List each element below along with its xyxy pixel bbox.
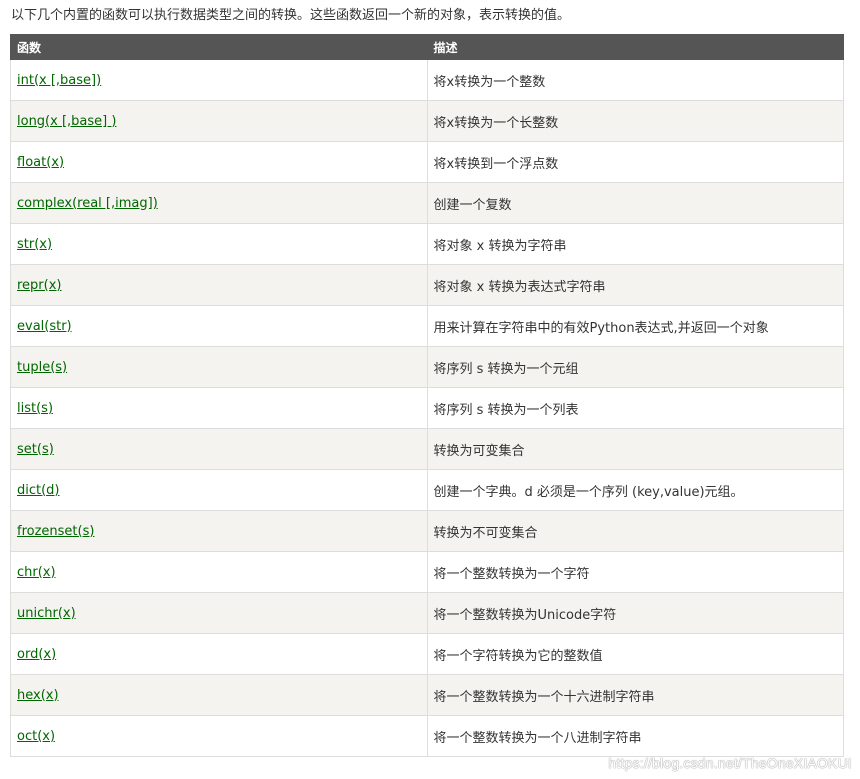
function-cell: hex(x)	[10, 674, 428, 716]
table-row: complex(real [,imag]) 创建一个复数	[10, 182, 844, 224]
table-row: str(x) 将对象 x 转换为字符串	[10, 223, 844, 265]
table-row: dict(d) 创建一个字典。d 必须是一个序列 (key,value)元组。	[10, 469, 844, 511]
conversion-functions-table: 函数 描述 int(x [,base]) 将x转换为一个整数 long(x [,ba…	[10, 34, 844, 757]
function-link[interactable]: tuple(s)	[17, 360, 67, 375]
description-cell: 将序列 s 转换为一个元组	[426, 346, 844, 388]
function-cell: list(s)	[10, 387, 428, 429]
function-link[interactable]: oct(x)	[17, 729, 55, 744]
description-cell: 将一个整数转换为一个八进制字符串	[426, 715, 844, 757]
function-cell: unichr(x)	[10, 592, 428, 634]
table-row: repr(x) 将对象 x 转换为表达式字符串	[10, 264, 844, 306]
function-cell: str(x)	[10, 223, 428, 265]
function-link[interactable]: ord(x)	[17, 647, 56, 662]
function-cell: eval(str)	[10, 305, 428, 347]
table-row: unichr(x) 将一个整数转换为Unicode字符	[10, 592, 844, 634]
table-row: list(s) 将序列 s 转换为一个列表	[10, 387, 844, 429]
description-cell: 将序列 s 转换为一个列表	[426, 387, 844, 429]
table-row: int(x [,base]) 将x转换为一个整数	[10, 59, 844, 101]
description-cell: 转换为不可变集合	[426, 510, 844, 552]
table-row: chr(x) 将一个整数转换为一个字符	[10, 551, 844, 593]
function-cell: ord(x)	[10, 633, 428, 675]
function-cell: frozenset(s)	[10, 510, 428, 552]
function-cell: long(x [,base] )	[10, 100, 428, 142]
description-cell: 创建一个字典。d 必须是一个序列 (key,value)元组。	[426, 469, 844, 511]
table-row: frozenset(s) 转换为不可变集合	[10, 510, 844, 552]
description-cell: 将一个字符转换为它的整数值	[426, 633, 844, 675]
function-link[interactable]: hex(x)	[17, 688, 59, 703]
description-cell: 转换为可变集合	[426, 428, 844, 470]
function-link[interactable]: list(s)	[17, 401, 53, 416]
description-cell: 将x转换为一个整数	[426, 59, 844, 101]
intro-text: 以下几个内置的函数可以执行数据类型之间的转换。这些函数返回一个新的对象，表示转换…	[11, 8, 571, 23]
function-cell: tuple(s)	[10, 346, 428, 388]
table-body: int(x [,base]) 将x转换为一个整数 long(x [,base] ) 将…	[10, 59, 844, 757]
function-link[interactable]: unichr(x)	[17, 606, 76, 621]
description-cell: 将对象 x 转换为字符串	[426, 223, 844, 265]
function-link[interactable]: chr(x)	[17, 565, 56, 580]
table-header-row: 函数 描述	[10, 34, 844, 60]
description-cell: 将一个整数转换为一个十六进制字符串	[426, 674, 844, 716]
function-cell: chr(x)	[10, 551, 428, 593]
table-row: tuple(s) 将序列 s 转换为一个元组	[10, 346, 844, 388]
description-cell: 将x转换到一个浮点数	[426, 141, 844, 183]
function-cell: oct(x)	[10, 715, 428, 757]
function-cell: dict(d)	[10, 469, 428, 511]
description-cell: 将一个整数转换为Unicode字符	[426, 592, 844, 634]
function-link[interactable]: set(s)	[17, 442, 54, 457]
table-row: float(x) 将x转换到一个浮点数	[10, 141, 844, 183]
table-row: eval(str) 用来计算在字符串中的有效Python表达式,并返回一个对象	[10, 305, 844, 347]
table-row: set(s) 转换为可变集合	[10, 428, 844, 470]
function-cell: repr(x)	[10, 264, 428, 306]
function-link[interactable]: frozenset(s)	[17, 524, 94, 539]
function-link[interactable]: repr(x)	[17, 278, 62, 293]
description-cell: 用来计算在字符串中的有效Python表达式,并返回一个对象	[426, 305, 844, 347]
function-cell: complex(real [,imag])	[10, 182, 428, 224]
description-cell: 创建一个复数	[426, 182, 844, 224]
table-row: long(x [,base] ) 将x转换为一个长整数	[10, 100, 844, 142]
function-cell: float(x)	[10, 141, 428, 183]
description-cell: 将一个整数转换为一个字符	[426, 551, 844, 593]
function-cell: int(x [,base])	[10, 59, 428, 101]
function-link[interactable]: eval(str)	[17, 319, 72, 334]
description-cell: 将x转换为一个长整数	[426, 100, 844, 142]
function-link[interactable]: dict(d)	[17, 483, 60, 498]
function-link[interactable]: long(x [,base] )	[17, 114, 116, 129]
function-link[interactable]: str(x)	[17, 237, 52, 252]
function-link[interactable]: float(x)	[17, 155, 64, 170]
table-row: ord(x) 将一个字符转换为它的整数值	[10, 633, 844, 675]
table-row: oct(x) 将一个整数转换为一个八进制字符串	[10, 715, 844, 757]
column-header-description: 描述	[426, 34, 844, 60]
description-cell: 将对象 x 转换为表达式字符串	[426, 264, 844, 306]
column-header-function: 函数	[10, 34, 428, 60]
table-row: hex(x) 将一个整数转换为一个十六进制字符串	[10, 674, 844, 716]
function-cell: set(s)	[10, 428, 428, 470]
function-link[interactable]: complex(real [,imag])	[17, 196, 158, 211]
function-link[interactable]: int(x [,base])	[17, 73, 101, 88]
watermark: https://blog.csdn.net/TheOneXIAOKUI	[608, 755, 852, 771]
